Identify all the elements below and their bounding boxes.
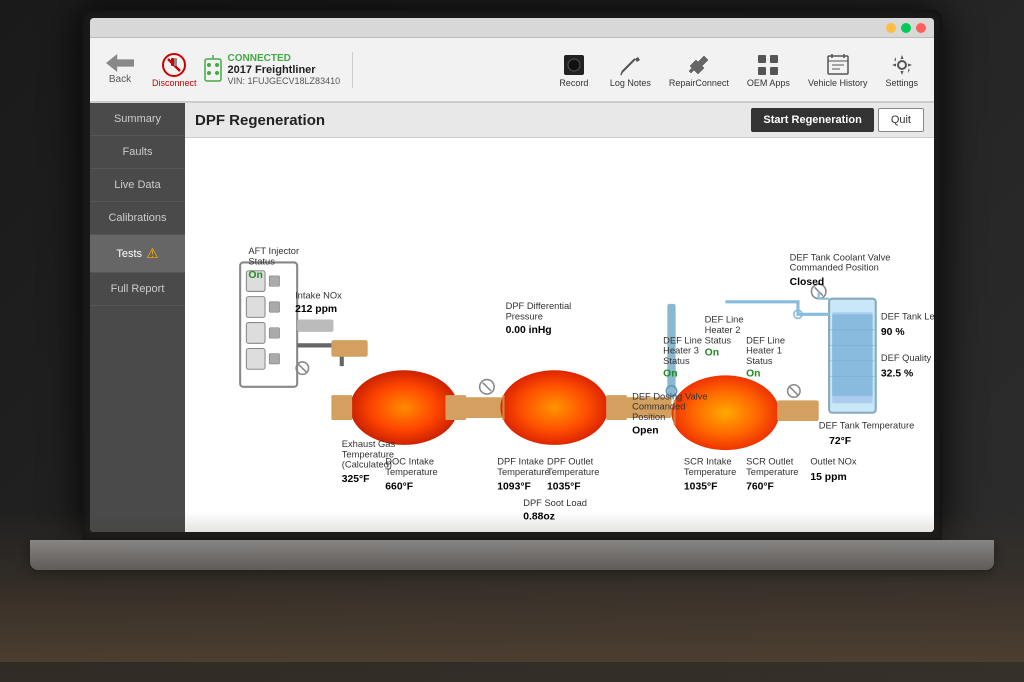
sidebar-item-full-report[interactable]: Full Report [90, 273, 185, 306]
svg-text:Heater 3: Heater 3 [663, 346, 699, 356]
svg-text:Status: Status [248, 256, 275, 266]
svg-text:Temperature: Temperature [497, 467, 549, 477]
warning-icon: ⚠ [146, 245, 159, 262]
svg-text:Intake NOx: Intake NOx [295, 291, 342, 301]
svg-text:DEF Line: DEF Line [705, 315, 744, 325]
svg-text:325°F: 325°F [342, 474, 370, 485]
svg-text:212 ppm: 212 ppm [295, 304, 337, 315]
svg-text:Temperature: Temperature [746, 467, 798, 477]
oem-apps-button[interactable]: OEM Apps [737, 48, 800, 92]
svg-text:DEF Tank Coolant Valve: DEF Tank Coolant Valve [790, 252, 891, 262]
svg-text:Status: Status [746, 356, 773, 366]
vin-display: VIN: 1FUJGECV18LZ83410 [228, 76, 341, 86]
svg-text:Temperature: Temperature [547, 467, 599, 477]
svg-text:Status: Status [705, 335, 732, 345]
dpf-diagram: AFT Injector Status On Intake NOx 212 pp… [185, 138, 934, 532]
svg-text:DEF Tank Temperature: DEF Tank Temperature [819, 420, 915, 430]
svg-text:Temperature: Temperature [385, 467, 437, 477]
sidebar-item-faults[interactable]: Faults [90, 136, 185, 169]
log-notes-button[interactable]: Log Notes [600, 48, 661, 92]
connected-label: CONNECTED [228, 53, 341, 64]
svg-text:90 %: 90 % [881, 327, 905, 338]
sidebar-item-live-data[interactable]: Live Data [90, 169, 185, 202]
svg-text:Outlet NOx: Outlet NOx [810, 457, 856, 467]
page-header: DPF Regeneration Start Regeneration Quit [185, 103, 934, 138]
svg-text:DPF Outlet: DPF Outlet [547, 457, 594, 467]
sidebar-item-tests[interactable]: Tests ⚠ [90, 235, 185, 273]
record-button[interactable]: Record [548, 48, 600, 92]
settings-icon [889, 52, 915, 78]
vehicle-history-button[interactable]: Vehicle History [800, 48, 876, 92]
toolbar: Back Disconnect [90, 38, 934, 103]
app-body: Summary Faults Live Data Calibrations Te… [90, 103, 934, 532]
svg-text:Closed: Closed [790, 277, 825, 288]
vehicle-name: 2017 Freightliner [228, 64, 341, 76]
record-icon [561, 52, 587, 78]
svg-text:DPF Soot Load: DPF Soot Load [523, 498, 587, 508]
svg-text:DEF Tank Level: DEF Tank Level [881, 311, 934, 321]
svg-text:Open: Open [632, 426, 658, 437]
disconnect-button[interactable]: Disconnect [152, 52, 197, 88]
svg-text:0.88oz: 0.88oz [523, 512, 555, 523]
svg-text:On: On [705, 348, 719, 359]
svg-text:Pressure: Pressure [506, 311, 543, 321]
svg-text:On: On [663, 368, 677, 379]
svg-text:1035°F: 1035°F [547, 481, 581, 492]
svg-text:DPF Intake: DPF Intake [497, 457, 544, 467]
svg-text:DEF Dosing Valve: DEF Dosing Valve [632, 391, 708, 401]
page-title: DPF Regeneration [195, 112, 325, 129]
svg-text:15 ppm: 15 ppm [810, 472, 846, 483]
svg-text:DPF Differential: DPF Differential [506, 301, 572, 311]
sidebar-item-summary[interactable]: Summary [90, 103, 185, 136]
svg-text:DEF Line: DEF Line [663, 335, 702, 345]
svg-text:Temperature: Temperature [684, 467, 736, 477]
sidebar: Summary Faults Live Data Calibrations Te… [90, 103, 185, 532]
svg-text:Commanded Position: Commanded Position [790, 263, 879, 273]
svg-text:0.00 inHg: 0.00 inHg [506, 325, 552, 336]
diagram-area: AFT Injector Status On Intake NOx 212 pp… [185, 138, 934, 532]
oem-apps-icon [755, 52, 781, 78]
svg-text:DEF Quality: DEF Quality [881, 353, 932, 363]
svg-text:SCR Intake: SCR Intake [684, 457, 732, 467]
back-button[interactable]: Back [96, 54, 144, 85]
svg-text:Heater 2: Heater 2 [705, 325, 741, 335]
log-notes-icon [617, 52, 643, 78]
start-regeneration-button[interactable]: Start Regeneration [751, 108, 873, 132]
quit-button[interactable]: Quit [878, 108, 924, 132]
svg-text:Heater 1: Heater 1 [746, 346, 782, 356]
vehicle-info: CONNECTED 2017 Freightliner VIN: 1FUJGEC… [203, 53, 341, 86]
toolbar-actions: Record Log Notes [368, 48, 928, 92]
svg-text:Exhaust Gas: Exhaust Gas [342, 439, 396, 449]
svg-text:On: On [746, 368, 760, 379]
minimize-button[interactable] [886, 23, 896, 33]
close-button[interactable] [916, 23, 926, 33]
svg-text:Status: Status [663, 356, 690, 366]
settings-button[interactable]: Settings [875, 48, 928, 92]
main-content: DPF Regeneration Start Regeneration Quit [185, 103, 934, 532]
svg-text:SCR Outlet: SCR Outlet [746, 457, 794, 467]
repair-connect-button[interactable]: RepairConnect [661, 48, 737, 92]
repair-connect-icon [686, 52, 712, 78]
svg-text:72°F: 72°F [829, 436, 851, 447]
svg-text:1035°F: 1035°F [684, 481, 718, 492]
svg-text:DEF Line: DEF Line [746, 335, 785, 345]
sidebar-item-calibrations[interactable]: Calibrations [90, 202, 185, 235]
svg-text:Commanded: Commanded [632, 402, 685, 412]
svg-text:DOC Intake: DOC Intake [385, 457, 434, 467]
svg-text:AFT Injector: AFT Injector [248, 246, 299, 256]
vehicle-history-icon [825, 52, 851, 78]
svg-text:1093°F: 1093°F [497, 481, 531, 492]
header-buttons: Start Regeneration Quit [751, 108, 924, 132]
disconnect-icon [161, 52, 187, 78]
maximize-button[interactable] [901, 23, 911, 33]
svg-text:32.5 %: 32.5 % [881, 368, 913, 379]
svg-text:On: On [248, 270, 262, 281]
vehicle-icon [203, 55, 223, 85]
title-bar [90, 18, 934, 38]
svg-text:Position: Position [632, 412, 665, 422]
svg-text:760°F: 760°F [746, 481, 774, 492]
connection-section: Disconnect CONNECTED [152, 52, 353, 88]
svg-text:660°F: 660°F [385, 481, 413, 492]
